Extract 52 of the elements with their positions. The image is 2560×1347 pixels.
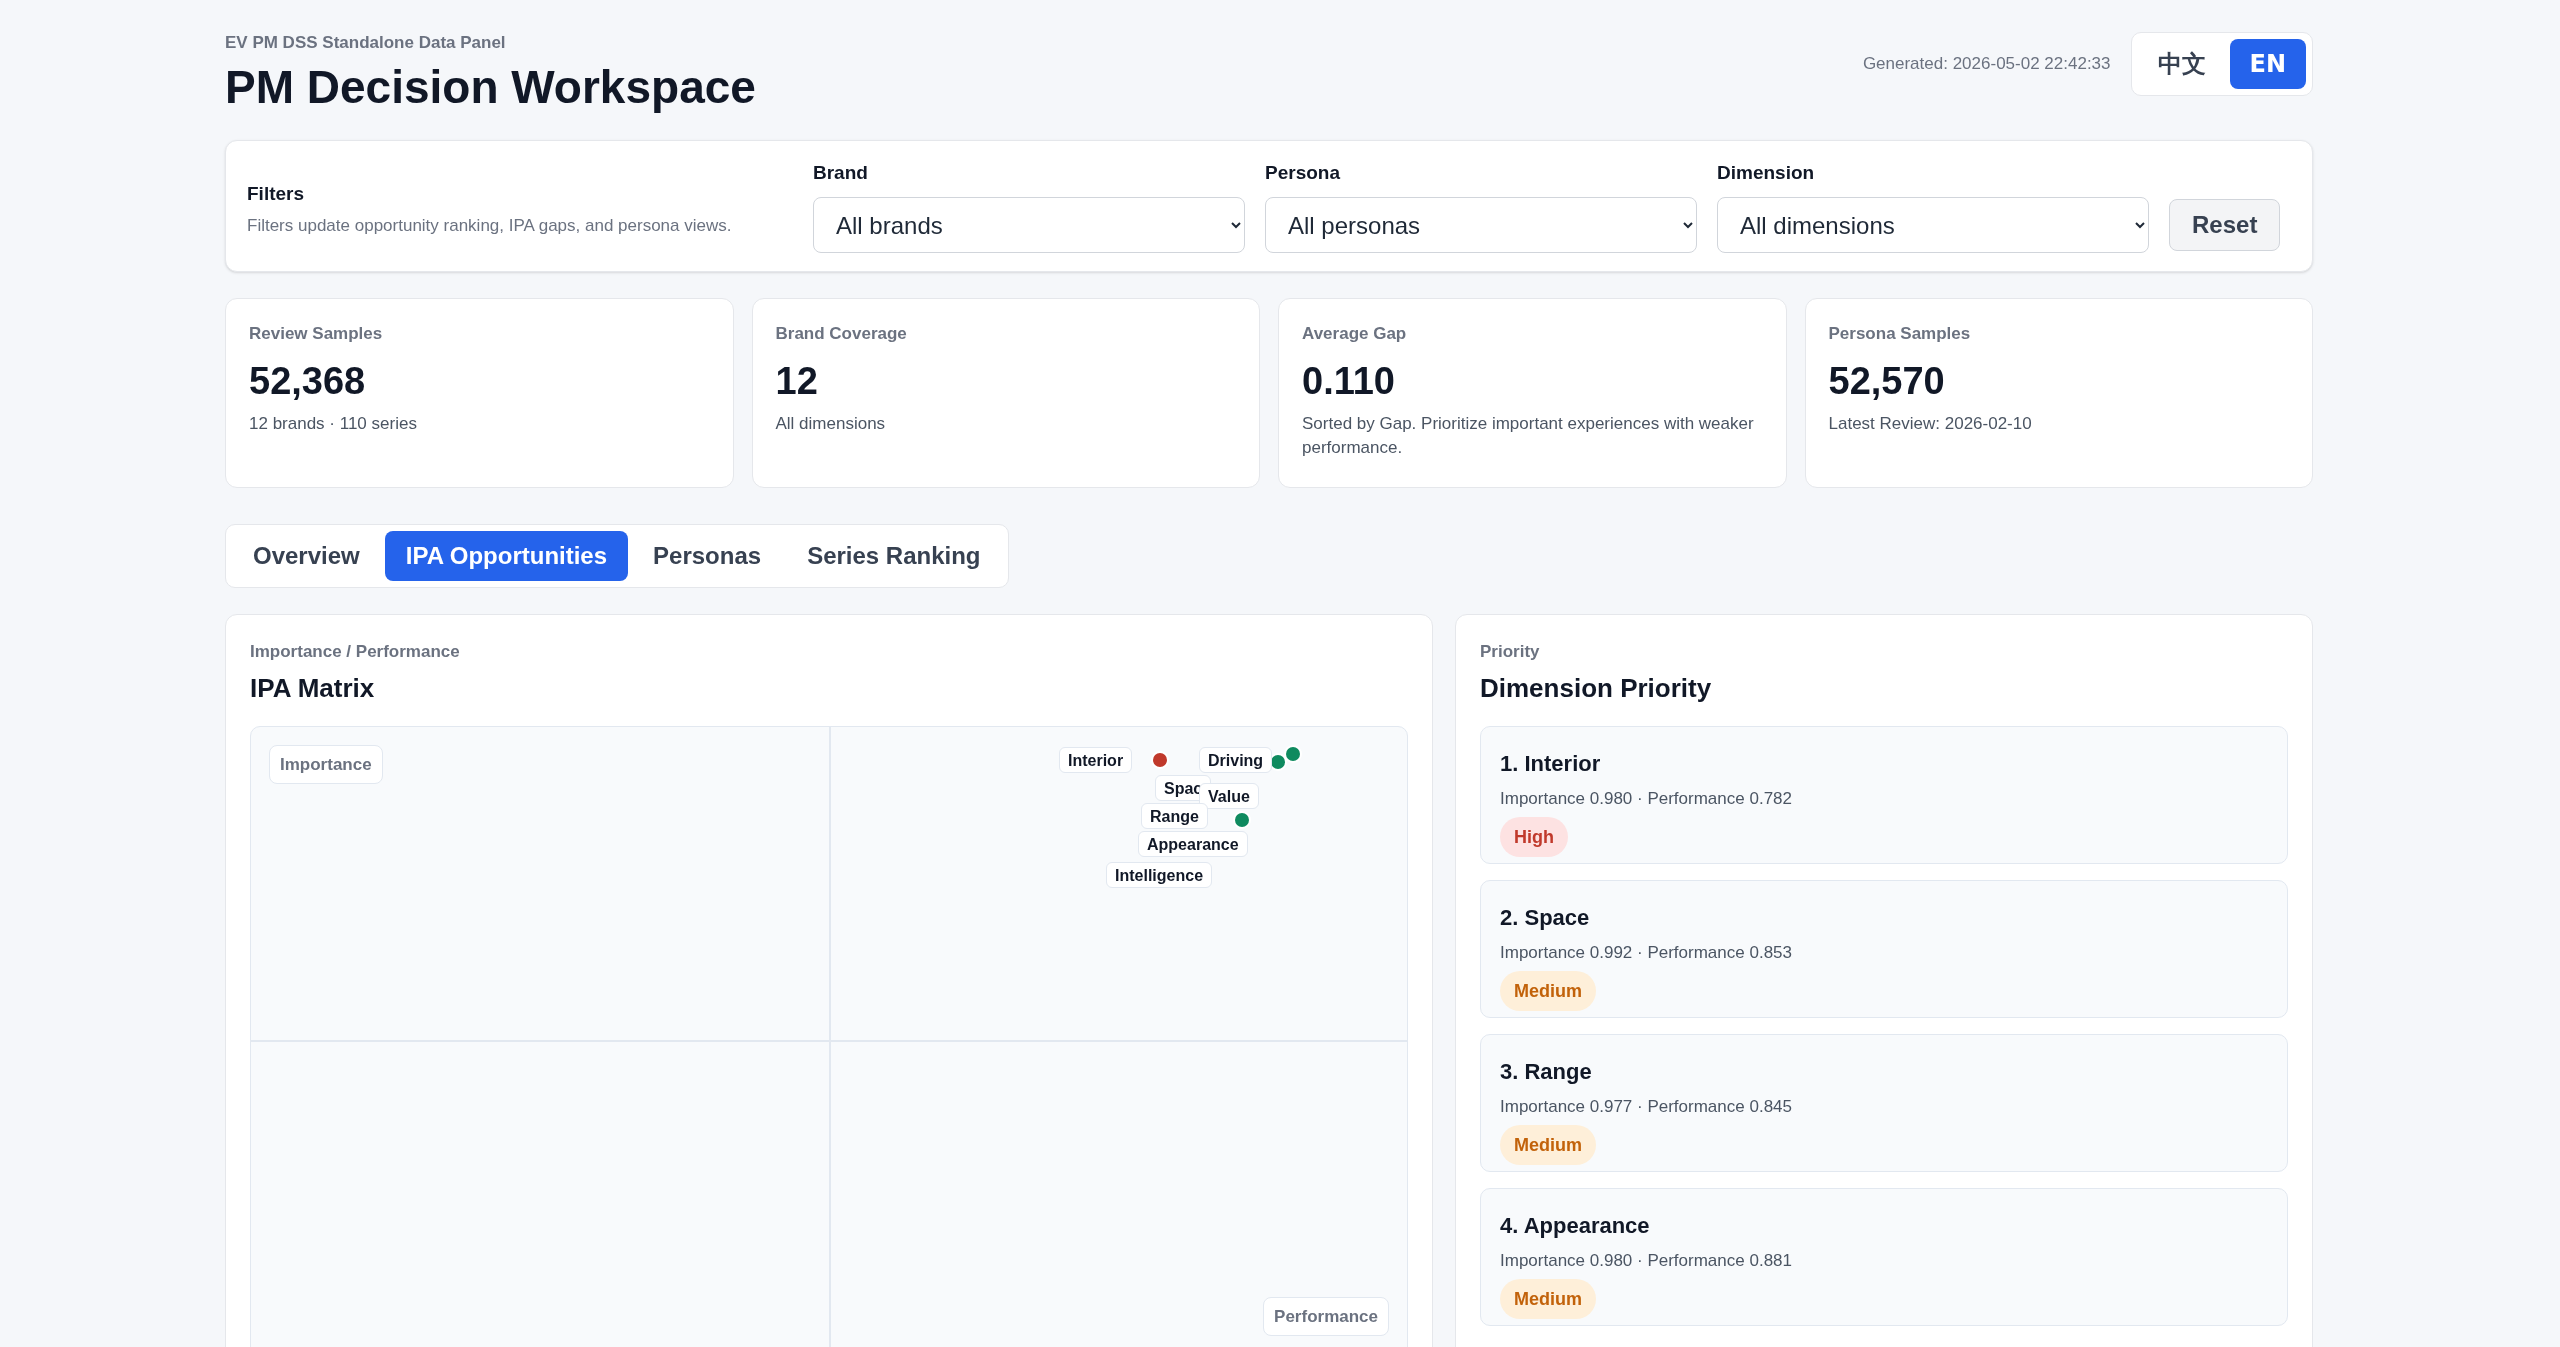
stat-value: 52,368	[249, 358, 367, 404]
stat-value: 12	[775, 358, 819, 404]
point-label: Intelligence	[1106, 861, 1213, 888]
priority-metrics: Importance 0.977 · Performance 0.845	[1500, 1095, 1792, 1118]
app-eyebrow: EV PM DSS Standalone Data Panel	[225, 32, 507, 54]
stat-label: Brand Coverage	[775, 323, 908, 346]
filters-title: Filters	[247, 182, 306, 207]
panel-title: Dimension Priority	[1480, 671, 1713, 705]
priority-badge: High	[1500, 817, 1568, 858]
panel-title: IPA Matrix	[250, 671, 376, 705]
reset-button[interactable]: Reset	[2169, 199, 2281, 252]
priority-title: 2. Space	[1500, 903, 1590, 932]
priority-metrics: Importance 0.980 · Performance 0.782	[1500, 787, 1792, 810]
stat-note: Latest Review: 2026-02-10	[1828, 413, 2033, 436]
priority-title: 3. Range	[1500, 1057, 1592, 1086]
filter-select[interactable]: All personas	[1265, 197, 1697, 254]
priority-title: 1. Interior	[1500, 749, 1601, 778]
stat-label: Review Samples	[249, 323, 384, 346]
filter-label: Dimension	[1717, 160, 1816, 185]
point-label: Driving	[1199, 746, 1273, 773]
filter-label: Brand	[813, 160, 869, 185]
priority-badge: Medium	[1500, 1279, 1596, 1320]
stat-value: 52,570	[1828, 358, 1946, 404]
point-label: Interior	[1059, 746, 1133, 773]
axis-label: Importance	[269, 744, 383, 785]
point-label: Range	[1141, 802, 1208, 829]
generated-timestamp: Generated: 2026-05-02 22:42:33	[1862, 53, 2111, 76]
stat-note: 12 brands · 110 series	[249, 413, 418, 436]
tab[interactable]: IPA Opportunities	[384, 531, 629, 582]
tab[interactable]: Overview	[232, 531, 381, 582]
priority-badge: Medium	[1500, 1125, 1596, 1166]
language-button[interactable]: EN	[2229, 39, 2306, 89]
stat-note: Sorted by Gap. Prioritize important experiences with weaker performance.	[1302, 413, 1755, 459]
filter-select[interactable]: All brands	[813, 197, 1245, 254]
filters-description: Filters update opportunity ranking, IPA gaps, and persona views.	[247, 214, 733, 237]
stat-note: All dimensions	[775, 413, 887, 436]
panel-subtitle: Importance / Performance	[250, 641, 461, 664]
priority-badge: Medium	[1500, 971, 1596, 1012]
priority-title: 4. Appearance	[1500, 1211, 1650, 1240]
panel-subtitle: Priority	[1480, 641, 1541, 664]
stat-label: Average Gap	[1302, 323, 1408, 346]
axis-label: Performance	[1263, 1296, 1389, 1337]
tab[interactable]: Series Ranking	[786, 531, 1002, 582]
point-label: Appearance	[1138, 830, 1248, 857]
filter-label: Persona	[1265, 160, 1341, 185]
stat-label: Persona Samples	[1828, 323, 1972, 346]
priority-metrics: Importance 0.980 · Performance 0.881	[1500, 1249, 1792, 1272]
stat-value: 0.110	[1302, 358, 1396, 404]
tab[interactable]: Personas	[632, 531, 783, 582]
page-title: PM Decision Workspace	[225, 61, 756, 113]
filter-select[interactable]: All dimensions	[1717, 197, 2149, 254]
priority-metrics: Importance 0.992 · Performance 0.853	[1500, 941, 1792, 964]
